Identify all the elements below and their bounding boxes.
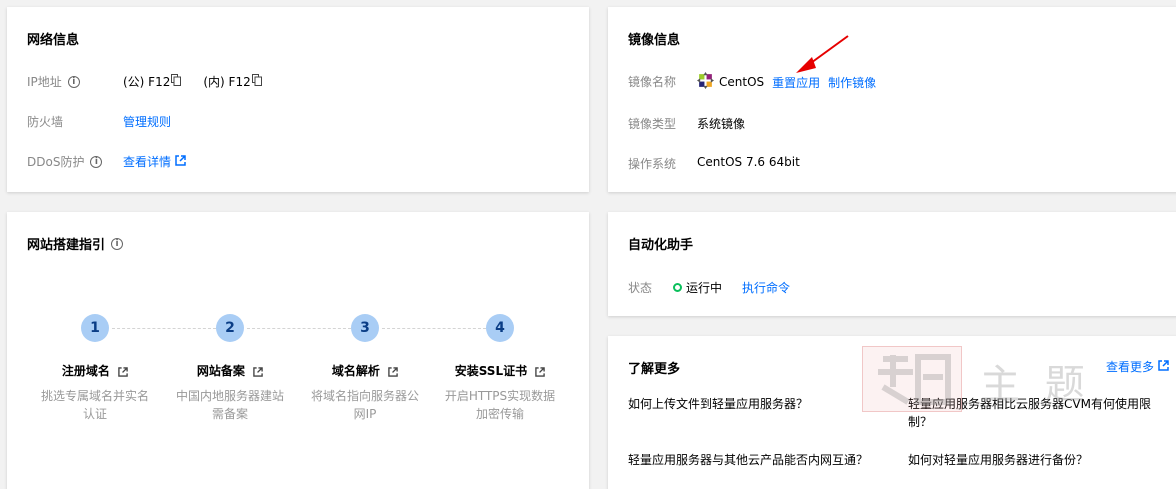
external-link-icon[interactable] xyxy=(535,366,546,377)
external-link-icon[interactable] xyxy=(118,366,128,377)
site-guide-title: 网站搭建指引 xyxy=(27,238,106,253)
info-icon[interactable]: i xyxy=(67,75,80,88)
step-number: 4 xyxy=(486,314,514,342)
learn-more-title: 了解更多 xyxy=(628,362,681,377)
step-number: 2 xyxy=(216,314,244,342)
image-info-title: 镜像信息 xyxy=(628,33,681,48)
dns-resolution-link[interactable]: 域名解析 xyxy=(332,364,380,378)
info-icon[interactable]: i xyxy=(111,237,124,250)
step-description: 将域名指向服务器公网IP xyxy=(310,389,419,421)
step-description: 挑选专属域名并实名认证 xyxy=(40,389,149,421)
automation-card: 自动化助手 状态 运行中 执行命令 xyxy=(608,212,1176,316)
faq-link[interactable]: 如何上传文件到轻量应用服务器？ xyxy=(628,395,888,413)
view-details-link[interactable]: 查看详情 xyxy=(123,153,171,170)
ddos-label: DDoS防护 xyxy=(27,155,85,169)
copy-icon[interactable] xyxy=(171,74,182,89)
external-link-icon[interactable] xyxy=(388,366,398,377)
step-title[interactable]: 域名解析 xyxy=(315,362,415,379)
ip-row: IP地址 i xyxy=(27,73,80,90)
run-command-link[interactable]: 执行命令 xyxy=(742,279,790,296)
status-value: 运行中 xyxy=(686,281,723,295)
status-label: 状态 xyxy=(628,281,653,295)
network-info-title: 网络信息 xyxy=(27,33,80,48)
step-title[interactable]: 网站备案 xyxy=(180,362,280,379)
step-connector xyxy=(112,328,216,329)
ip-values: (公) F12 (内) F12 xyxy=(123,73,262,90)
external-link-icon[interactable] xyxy=(175,154,186,169)
image-type-label: 镜像类型 xyxy=(628,117,677,131)
step-description: 开启HTTPS实现数据加密传输 xyxy=(444,389,556,421)
external-link-icon[interactable] xyxy=(1158,359,1169,374)
image-name-value: CentOS xyxy=(719,75,765,89)
image-type-value: 系统镜像 xyxy=(697,117,746,131)
step-title[interactable]: 安装SSL证书 xyxy=(440,362,560,379)
ip-label: IP地址 xyxy=(27,75,62,89)
watermark-text: 主 题 xyxy=(980,362,1091,408)
step-number: 1 xyxy=(81,314,109,342)
image-info-card: 镜像信息 镜像名称 CentOS 重置应用 制作镜像 镜像类型 系统镜像 操作系… xyxy=(608,7,1176,192)
public-ip: (公) F12 xyxy=(123,75,171,89)
copy-icon[interactable] xyxy=(251,74,262,89)
register-domain-link[interactable]: 注册域名 xyxy=(62,364,110,378)
info-icon[interactable]: i xyxy=(90,155,103,168)
firewall-row: 防火墙 xyxy=(27,113,63,130)
faq-link[interactable]: 如何对轻量应用服务器进行备份？ xyxy=(908,451,1170,469)
step-description: 中国内地服务器建站需备案 xyxy=(175,389,284,421)
manage-rules-link[interactable]: 管理规则 xyxy=(123,113,171,130)
website-filing-link[interactable]: 网站备案 xyxy=(197,364,245,378)
image-name-label: 镜像名称 xyxy=(628,75,677,89)
automation-title: 自动化助手 xyxy=(628,238,694,253)
ddos-row: DDoS防护 i xyxy=(27,153,103,170)
status-row: 运行中 执行命令 xyxy=(673,279,790,296)
status-running-icon xyxy=(673,283,682,292)
step-title[interactable]: 注册域名 xyxy=(45,362,145,379)
step-connector xyxy=(382,328,486,329)
site-guide-card: 网站搭建指引 i 1 2 3 4 注册域名 网站备案 域名解析 安装SSL证书 … xyxy=(7,212,589,489)
annotation-arrow-icon xyxy=(796,35,849,73)
firewall-label: 防火墙 xyxy=(27,115,64,129)
step-connector xyxy=(247,328,351,329)
external-link-icon[interactable] xyxy=(253,366,263,377)
network-info-card: 网络信息 IP地址 i (公) F12 (内) F12 防火墙 管理规则 DDo… xyxy=(7,7,589,192)
watermark-seal-icon xyxy=(862,346,962,412)
private-ip: (内) F12 xyxy=(203,75,251,89)
faq-link[interactable]: 轻量应用服务器与其他云产品能否内网互通？ xyxy=(628,451,898,469)
centos-logo-icon xyxy=(697,72,714,92)
install-ssl-link[interactable]: 安装SSL证书 xyxy=(455,364,527,378)
os-value: CentOS 7.6 64bit xyxy=(697,155,800,169)
view-more-link[interactable]: 查看更多 xyxy=(1106,358,1154,375)
os-label: 操作系统 xyxy=(628,157,677,171)
step-number: 3 xyxy=(351,314,379,342)
